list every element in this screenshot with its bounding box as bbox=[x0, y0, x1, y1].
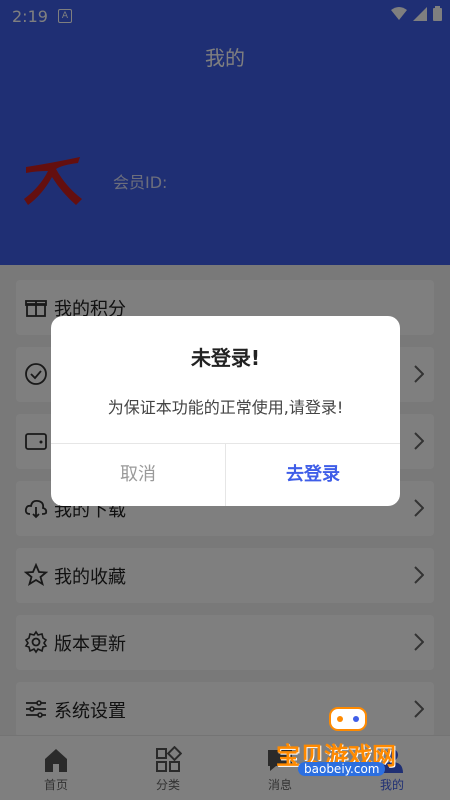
login-required-dialog: 未登录! 为保证本功能的正常使用,请登录! 取消 去登录 bbox=[51, 316, 400, 506]
dialog-message: 为保证本功能的正常使用,请登录! bbox=[107, 398, 344, 417]
dialog-title: 未登录! bbox=[190, 346, 261, 370]
cancel-button[interactable]: 取消 bbox=[51, 444, 225, 506]
login-button[interactable]: 去登录 bbox=[226, 444, 400, 506]
watermark-url: baobeiy.com bbox=[298, 762, 386, 776]
